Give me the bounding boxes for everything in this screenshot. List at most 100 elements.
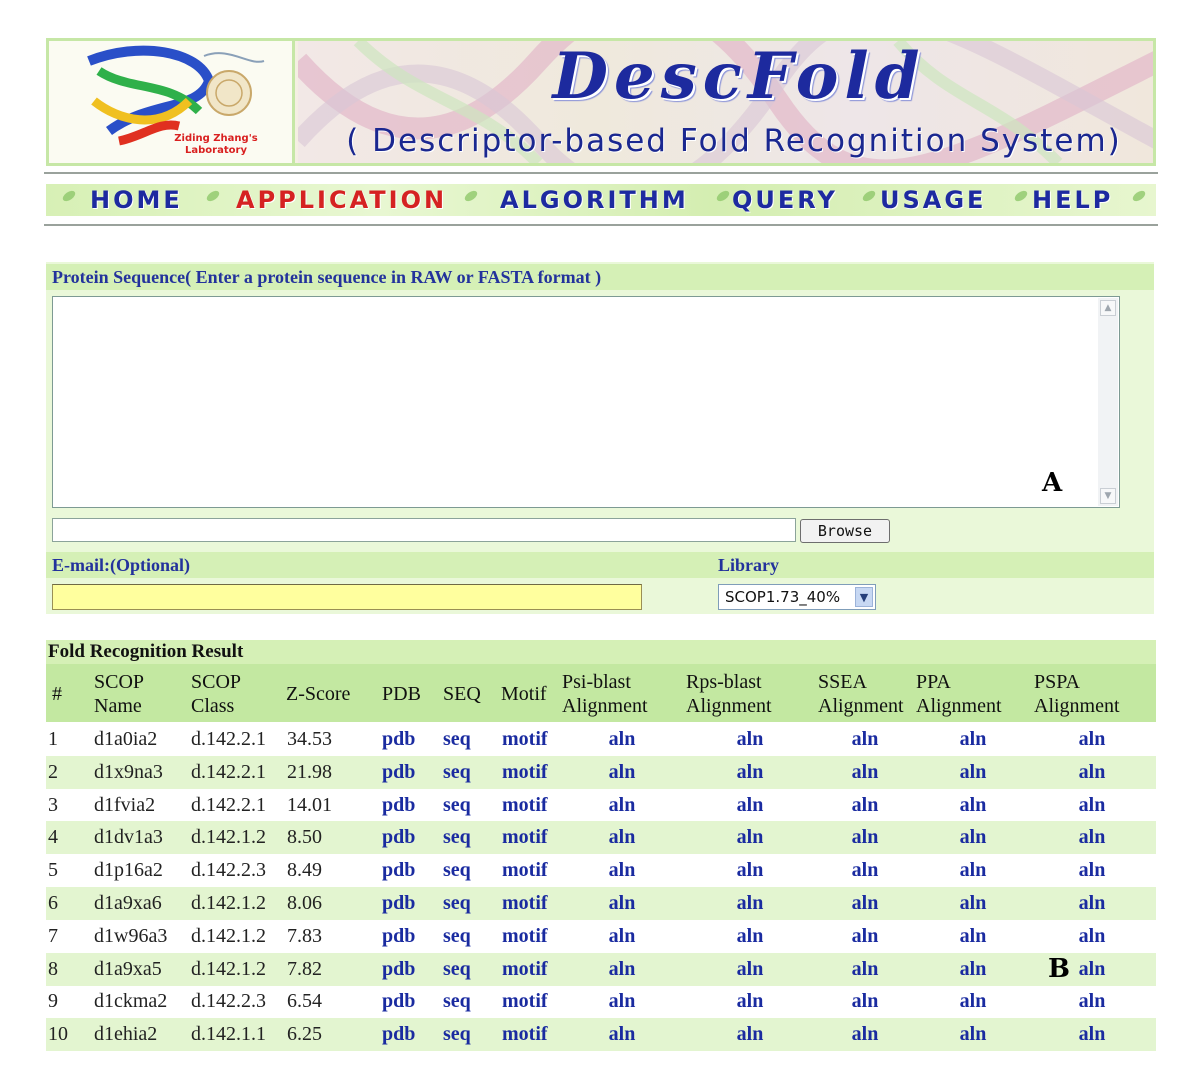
seq-link[interactable]: seq [443,789,471,822]
seq-link[interactable]: seq [443,920,471,953]
pspa-aln-link[interactable]: aln [1040,854,1144,887]
pdb-link[interactable]: pdb [382,920,415,953]
pspa-aln-link[interactable]: aln [1040,920,1144,953]
motif-link[interactable]: motif [502,1018,548,1051]
nav-item-home[interactable]: HOME [90,184,183,216]
psiblast-aln-link[interactable]: aln [560,789,684,822]
psiblast-aln-link[interactable]: aln [560,821,684,854]
pspa-aln-link[interactable]: aln [1040,985,1144,1018]
pspa-aln-link[interactable]: aln [1040,723,1144,756]
psiblast-aln-link[interactable]: aln [560,1018,684,1051]
library-select[interactable]: SCOP1.73_40% ▼ [718,584,876,610]
psiblast-aln-link[interactable]: aln [560,953,684,986]
scop-class-cell: d.142.2.1 [191,728,266,750]
motif-link[interactable]: motif [502,723,548,756]
pdb-link[interactable]: pdb [382,821,415,854]
rpsblast-aln-link[interactable]: aln [686,821,814,854]
nav-divider-bottom [44,224,1158,226]
seq-link[interactable]: seq [443,887,471,920]
rpsblast-aln-link[interactable]: aln [686,887,814,920]
ppa-aln-link[interactable]: aln [914,723,1032,756]
motif-link[interactable]: motif [502,756,548,789]
seq-link[interactable]: seq [443,1018,471,1051]
ssea-aln-link[interactable]: aln [816,920,914,953]
ppa-aln-link[interactable]: aln [914,756,1032,789]
ppa-aln-link[interactable]: aln [914,821,1032,854]
motif-link[interactable]: motif [502,953,548,986]
sequence-scrollbar[interactable]: ▲ ▼ [1098,298,1118,506]
psiblast-aln-link[interactable]: aln [560,854,684,887]
nav-item-help[interactable]: HELP [1032,184,1113,216]
psiblast-aln-link[interactable]: aln [560,756,684,789]
ppa-aln-link[interactable]: aln [914,920,1032,953]
rpsblast-aln-link[interactable]: aln [686,985,814,1018]
rank-cell: 3 [48,794,58,816]
sequence-input[interactable] [52,296,1120,508]
browse-button[interactable]: Browse [800,519,890,543]
nav-item-usage[interactable]: USAGE [880,184,986,216]
ppa-aln-link[interactable]: aln [914,887,1032,920]
rpsblast-aln-link[interactable]: aln [686,756,814,789]
motif-link[interactable]: motif [502,887,548,920]
ssea-aln-link[interactable]: aln [816,756,914,789]
ppa-aln-link[interactable]: aln [914,985,1032,1018]
ppa-aln-link[interactable]: aln [914,1018,1032,1051]
nav-item-application[interactable]: APPLICATION [236,184,447,216]
seq-link[interactable]: seq [443,821,471,854]
scroll-down-icon[interactable]: ▼ [1100,488,1116,504]
pdb-link[interactable]: pdb [382,756,415,789]
ssea-aln-link[interactable]: aln [816,723,914,756]
ssea-aln-link[interactable]: aln [816,953,914,986]
leaf-icon [1130,188,1148,204]
pspa-aln-link[interactable]: aln [1040,821,1144,854]
pdb-link[interactable]: pdb [382,789,415,822]
ssea-aln-link[interactable]: aln [816,1018,914,1051]
seq-link[interactable]: seq [443,953,471,986]
motif-link[interactable]: motif [502,854,548,887]
seq-link[interactable]: seq [443,723,471,756]
psiblast-aln-link[interactable]: aln [560,920,684,953]
nav-item-query[interactable]: QUERY [732,184,838,216]
ppa-aln-link[interactable]: aln [914,854,1032,887]
motif-link[interactable]: motif [502,789,548,822]
pspa-aln-link[interactable]: aln [1040,1018,1144,1051]
scroll-up-icon[interactable]: ▲ [1100,300,1116,316]
seq-link[interactable]: seq [443,985,471,1018]
pspa-aln-link[interactable]: aln [1040,887,1144,920]
rpsblast-aln-link[interactable]: aln [686,920,814,953]
pdb-link[interactable]: pdb [382,723,415,756]
psiblast-aln-link[interactable]: aln [560,985,684,1018]
motif-link[interactable]: motif [502,821,548,854]
pdb-link[interactable]: pdb [382,854,415,887]
psiblast-aln-link[interactable]: aln [560,723,684,756]
ssea-aln-link[interactable]: aln [816,821,914,854]
seq-link[interactable]: seq [443,756,471,789]
rpsblast-aln-link[interactable]: aln [686,1018,814,1051]
pdb-link[interactable]: pdb [382,985,415,1018]
column-header-label: SEQ [443,683,481,705]
ppa-aln-link[interactable]: aln [914,953,1032,986]
motif-link[interactable]: motif [502,985,548,1018]
rpsblast-aln-link[interactable]: aln [686,723,814,756]
pdb-link[interactable]: pdb [382,953,415,986]
pspa-aln-link[interactable]: aln [1040,789,1144,822]
seq-link[interactable]: seq [443,854,471,887]
email-field[interactable] [52,584,642,610]
ssea-aln-link[interactable]: aln [816,789,914,822]
ssea-aln-link[interactable]: aln [816,985,914,1018]
rpsblast-aln-link[interactable]: aln [686,953,814,986]
rpsblast-aln-link[interactable]: aln [686,854,814,887]
pdb-link[interactable]: pdb [382,887,415,920]
motif-link[interactable]: motif [502,920,548,953]
pdb-link[interactable]: pdb [382,1018,415,1051]
chevron-down-icon[interactable]: ▼ [855,587,873,607]
pspa-aln-link[interactable]: aln [1040,756,1144,789]
column-header: Z-Score [286,682,350,706]
file-path-input[interactable] [52,518,796,542]
ppa-aln-link[interactable]: aln [914,789,1032,822]
ssea-aln-link[interactable]: aln [816,854,914,887]
ssea-aln-link[interactable]: aln [816,887,914,920]
rpsblast-aln-link[interactable]: aln [686,789,814,822]
nav-item-algorithm[interactable]: ALGORITHM [500,184,689,216]
psiblast-aln-link[interactable]: aln [560,887,684,920]
